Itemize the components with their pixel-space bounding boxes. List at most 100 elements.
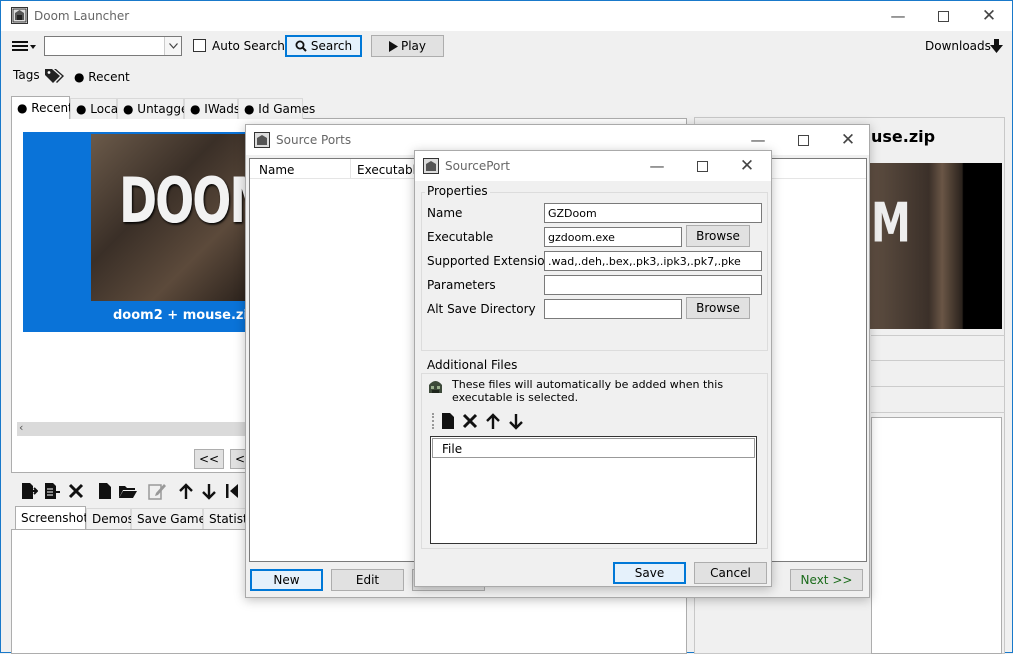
play-button[interactable]: Play [371, 35, 444, 57]
tab-recent[interactable]: ● Recent [11, 96, 73, 119]
game-tile-caption: doom2 + mouse.zip [113, 308, 258, 323]
details-title: use.zip [871, 127, 936, 146]
minimize-icon[interactable]: — [876, 3, 920, 29]
additional-file-down-icon[interactable] [506, 411, 526, 431]
extensions-field[interactable]: .wad,.deh,.bex,.pk3,.ipk3,.pk7,.pke [544, 251, 762, 271]
move-down-icon[interactable] [199, 481, 219, 501]
auto-search-checkbox[interactable] [193, 39, 206, 52]
main-titlebar: Doom Launcher — ✕ [1, 1, 1012, 31]
file-column-header[interactable]: File [432, 438, 755, 458]
scroll-left-icon[interactable]: ‹ [19, 421, 23, 434]
column-divider [350, 159, 351, 179]
delete-icon[interactable] [66, 481, 86, 501]
tab-demos[interactable]: Demos [86, 508, 134, 529]
name-field[interactable]: GZDoom [544, 203, 762, 223]
new-document-icon[interactable] [95, 481, 115, 501]
alt-save-browse-button[interactable]: Browse [686, 297, 750, 319]
edit-icon[interactable] [147, 481, 167, 501]
alt-save-field[interactable] [544, 299, 682, 319]
add-file-icon[interactable] [19, 481, 39, 501]
save-button[interactable]: Save [613, 562, 686, 584]
new-button-label: New [273, 573, 300, 587]
tags-label: Tags [13, 68, 40, 82]
source-ports-close-icon[interactable]: ✕ [826, 127, 870, 153]
tab-iwads[interactable]: ● IWads [184, 98, 241, 119]
additional-files-label: Additional Files [425, 358, 520, 372]
toolbar-grip [432, 413, 434, 429]
tab-save-games-label: Save Games [137, 512, 213, 526]
tab-local-label: ● Local [76, 102, 122, 116]
previous-page-button[interactable]: << [194, 449, 224, 469]
cancel-button[interactable]: Cancel [694, 562, 767, 584]
play-button-label: Play [400, 39, 427, 53]
move-first-icon[interactable] [222, 481, 242, 501]
add-additional-file-icon[interactable] [439, 411, 457, 431]
tab-recent-label: ● Recent [17, 101, 73, 115]
sourceport-minimize-icon[interactable]: — [635, 153, 679, 179]
move-up-icon[interactable] [176, 481, 196, 501]
info-text: These files will automatically be added … [452, 378, 724, 404]
remove-additional-file-icon[interactable] [460, 411, 480, 431]
new-source-port-button[interactable]: New [250, 569, 323, 591]
tab-id-games-label: ● Id Games [244, 102, 316, 116]
tab-statistics[interactable]: Statistic [203, 508, 249, 529]
game-tile[interactable]: DOOM doom2 + mouse.zip [23, 132, 257, 332]
details-row-2 [871, 361, 1005, 387]
tab-screenshots[interactable]: Screenshots [15, 506, 94, 529]
name-label: Name [427, 206, 463, 220]
executable-browse-button[interactable]: Browse [686, 225, 750, 247]
tab-demos-label: Demos [92, 512, 134, 526]
download-arrow-icon[interactable] [989, 38, 1003, 54]
recent-tag[interactable]: ● Recent [74, 70, 130, 84]
sourceport-dialog: SourcePort — ✕ Properties Name GZDoom Ex… [414, 150, 772, 587]
menu-icon[interactable] [11, 38, 37, 54]
extensions-label: Supported Extensions [427, 254, 559, 268]
search-combo[interactable] [44, 36, 182, 56]
details-row-3 [871, 387, 1005, 413]
source-ports-title: Source Ports [276, 133, 352, 147]
parameters-field[interactable] [544, 275, 762, 295]
tab-screenshots-label: Screenshots [21, 511, 95, 525]
tab-id-games[interactable]: ● Id Games [238, 98, 315, 119]
save-button-label: Save [634, 566, 665, 580]
sourceport-close-icon[interactable]: ✕ [725, 153, 769, 179]
details-row-1 [871, 335, 1005, 361]
close-icon[interactable]: ✕ [967, 3, 1011, 29]
next-button-label: Next >> [800, 573, 853, 587]
tab-untagged[interactable]: ● Untagged [117, 98, 196, 119]
executable-field[interactable]: gzdoom.exe [544, 227, 682, 247]
column-name[interactable]: Name [259, 163, 294, 177]
cancel-button-label: Cancel [710, 566, 751, 580]
play-icon [388, 40, 398, 52]
search-button-label: Search [310, 39, 353, 53]
app-icon [11, 7, 28, 24]
maximize-icon[interactable] [921, 3, 965, 29]
tags-icon[interactable] [44, 66, 66, 84]
downloads-label[interactable]: Downloads [925, 39, 991, 53]
next-button[interactable]: Next >> [790, 569, 863, 591]
horizontal-scrollbar[interactable]: ‹ [17, 421, 249, 436]
tab-local[interactable]: ● Local [70, 98, 121, 119]
file-column-label: File [442, 442, 463, 456]
previous-page-label: << [198, 452, 220, 466]
edit-source-port-button[interactable]: Edit [331, 569, 404, 591]
additional-file-up-icon[interactable] [483, 411, 503, 431]
tab-iwads-label: ● IWads [190, 102, 241, 116]
sourceport-app-icon [423, 158, 439, 174]
tab-save-games[interactable]: Save Games [131, 508, 212, 529]
details-text-area[interactable] [871, 417, 1002, 654]
previous-label: < [234, 452, 246, 466]
executable-browse-label: Browse [696, 229, 740, 243]
chevron-down-icon[interactable] [164, 37, 181, 55]
open-folder-icon[interactable] [117, 481, 139, 501]
file-toolbar [15, 481, 249, 501]
add-files-icon[interactable] [42, 481, 62, 501]
search-button[interactable]: Search [285, 35, 362, 57]
game-thumbnail: DOOM [91, 134, 249, 301]
additional-files-grid[interactable]: File [430, 436, 757, 544]
doom-logo: DOOM [119, 164, 249, 237]
search-icon [295, 40, 307, 52]
sourceport-maximize-icon[interactable] [680, 153, 724, 179]
source-ports-maximize-icon[interactable] [781, 127, 825, 153]
executable-label: Executable [427, 230, 494, 244]
